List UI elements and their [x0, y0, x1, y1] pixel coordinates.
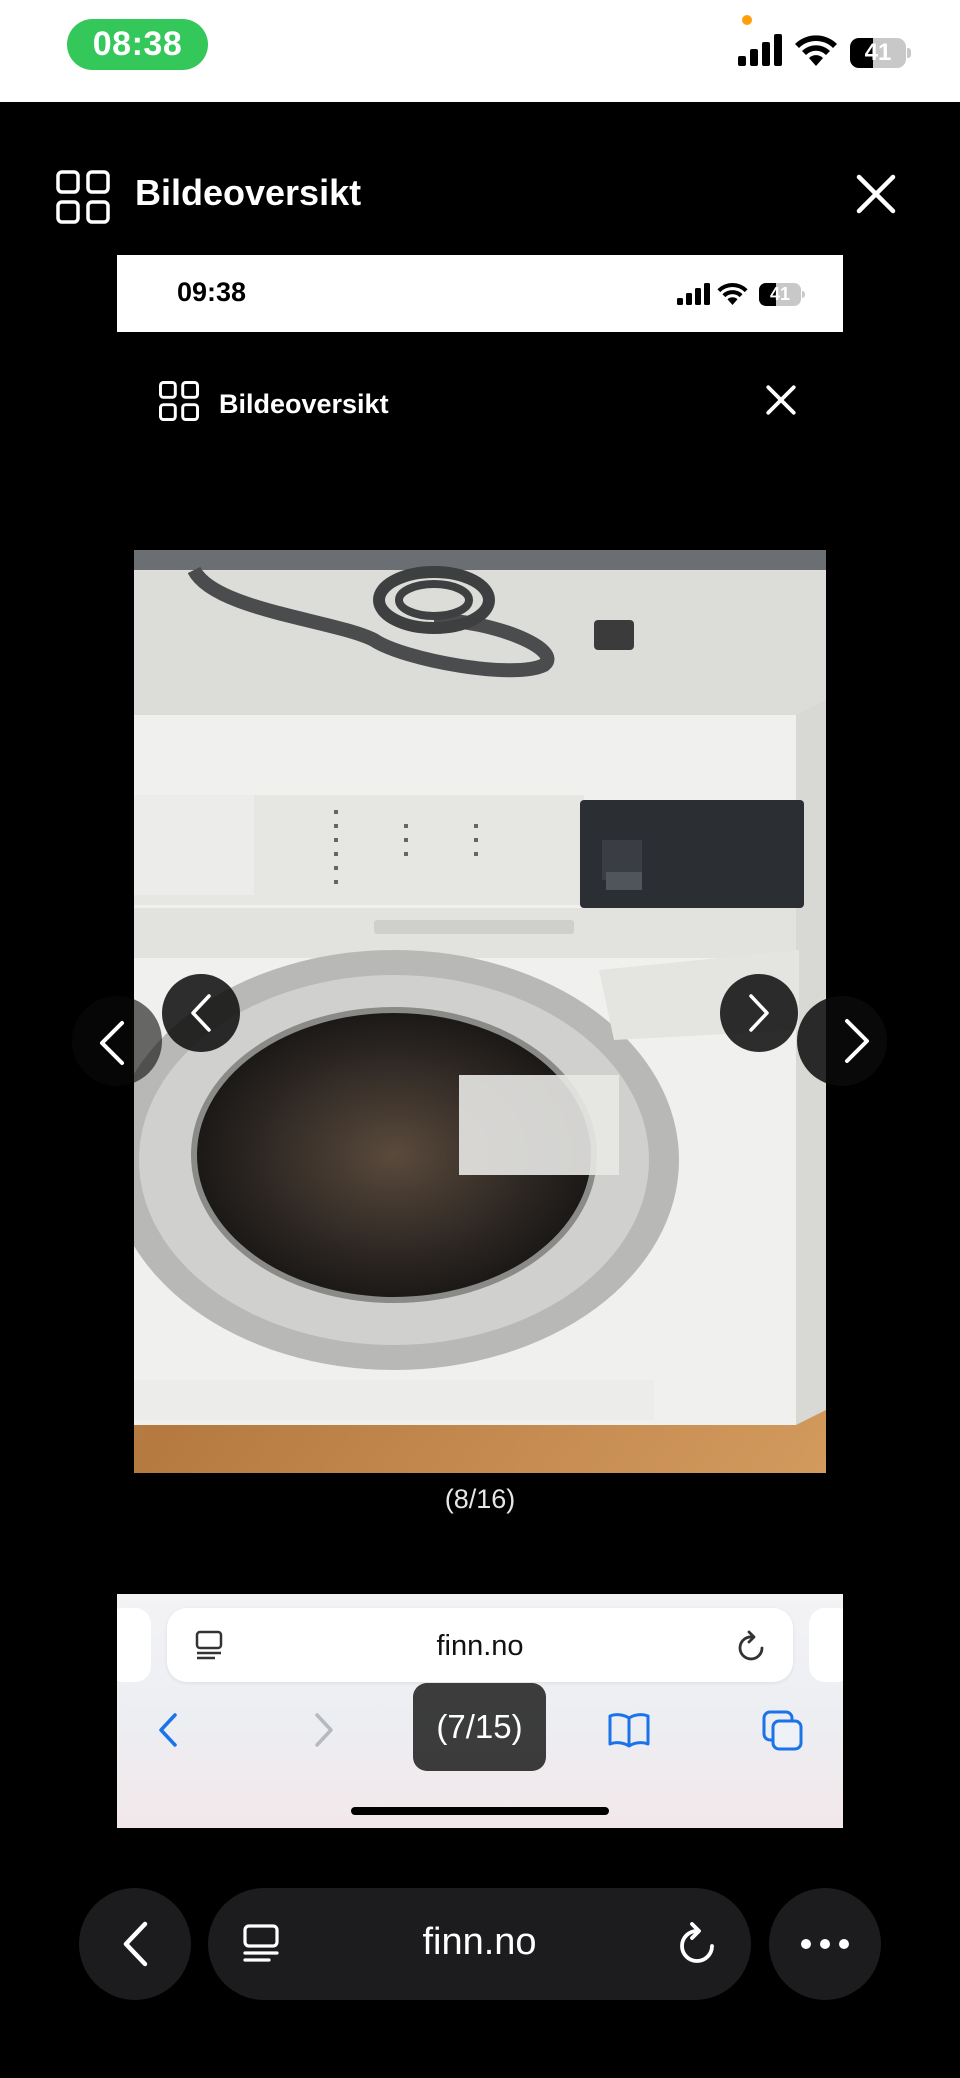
chevron-right-icon: [845, 1019, 869, 1063]
page-title: Bildeoversikt: [135, 172, 362, 213]
chevron-left-icon: [123, 1921, 148, 1967]
home-indicator: [351, 1807, 609, 1815]
chevron-left-icon: [191, 994, 211, 1032]
inner-grid-icon: [159, 381, 199, 421]
inner-wifi-icon: [717, 283, 748, 305]
inner-signal-icon: [677, 283, 710, 305]
inner-title: Bildeoversikt: [219, 389, 389, 419]
inner-status-time: 09:38: [177, 277, 247, 307]
url-text: finn.no: [422, 1921, 537, 1963]
gallery-header: Bildeoversikt: [0, 102, 960, 252]
inner-prev-button: [162, 974, 240, 1052]
signal-icon: [738, 34, 782, 66]
chevron-right-icon: [315, 1713, 333, 1747]
inner-close-icon: [766, 385, 796, 415]
tabs-icon: [762, 1710, 803, 1751]
next-image-button[interactable]: [797, 996, 887, 1086]
inner-status-bar: 09:38 41: [117, 255, 843, 332]
inner-url-text: finn.no: [436, 1630, 524, 1662]
more-button[interactable]: [769, 1888, 881, 2000]
reload-icon: [738, 1630, 764, 1661]
more-icon: [801, 1939, 849, 1949]
address-bar[interactable]: finn.no: [208, 1888, 751, 2000]
back-button[interactable]: [79, 1888, 191, 2000]
chevron-left-icon: [159, 1713, 177, 1747]
inner-battery-indicator: 41: [759, 283, 805, 306]
battery-indicator: 41: [850, 38, 911, 68]
privacy-indicator-dot: [742, 15, 752, 25]
book-icon: [608, 1713, 650, 1748]
inner-header: Bildeoversikt: [117, 332, 843, 452]
status-time[interactable]: 08:38: [67, 19, 208, 70]
chevron-left-icon[interactable]: [96, 1020, 128, 1066]
image-counter-overlay: (7/15): [413, 1683, 546, 1771]
chevron-right-icon: [749, 994, 769, 1032]
reload-icon[interactable]: [676, 1921, 718, 1965]
wifi-icon: [795, 35, 837, 66]
status-bar: 08:38 41: [0, 0, 960, 102]
inner-url-bar: finn.no: [167, 1608, 793, 1682]
grid-icon[interactable]: [56, 170, 110, 224]
close-icon[interactable]: [856, 174, 896, 214]
inner-battery-text: 41: [769, 284, 791, 304]
battery-level-text: 41: [864, 39, 892, 66]
photo-counter: (8/16): [444, 1484, 516, 1514]
inner-next-button: [720, 974, 798, 1052]
